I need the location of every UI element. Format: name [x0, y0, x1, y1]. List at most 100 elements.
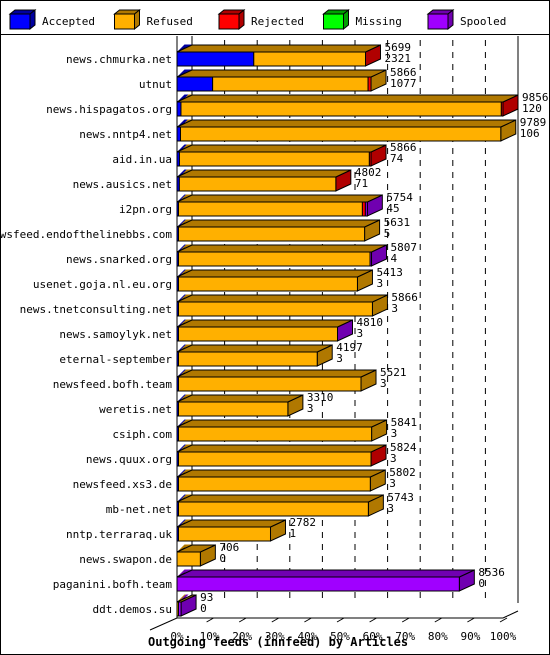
category-label: paganini.bofh.team: [53, 578, 173, 591]
bar-top-face: [176, 69, 387, 78]
tick-mark: [304, 617, 312, 623]
legend-swatch-side: [447, 8, 454, 31]
bar-front-rejected: [500, 101, 504, 117]
bar-row: 575445: [176, 191, 413, 217]
legend-swatch: [114, 13, 135, 30]
accepted-label: 3: [336, 352, 343, 365]
legend-label: Refused: [147, 15, 193, 28]
bar-top-face: [176, 94, 519, 103]
accepted-label: 106: [520, 127, 540, 140]
bar-front-refused: [178, 451, 372, 467]
bar-top-face: [176, 469, 386, 478]
bar-front-accepted: [176, 51, 255, 67]
tick-label: 100%: [490, 630, 517, 643]
legend-item-rejected: Rejected: [217, 8, 304, 31]
legend-item-spooled: Spooled: [426, 8, 506, 31]
bar-top-face: [176, 369, 377, 378]
bar-front-refused: [178, 226, 366, 242]
bar-front-refused: [178, 401, 289, 417]
bar-top-face: [176, 194, 383, 203]
accepted-label: 2321: [385, 52, 412, 65]
bar-row: 27821: [176, 516, 316, 542]
bar-front-refused: [178, 526, 271, 542]
bar-row: 85360: [176, 566, 505, 592]
bar-front-spooled: [364, 201, 368, 217]
category-label: weretis.net: [99, 403, 172, 416]
category-label: newsfeed.endofthelinebbs.com: [0, 228, 172, 241]
bar-front-refused: [178, 476, 371, 492]
bar-front-refused: [178, 151, 370, 167]
legend-label: Spooled: [460, 15, 506, 28]
bar-top-face: [176, 344, 333, 353]
bar-front-refused: [178, 276, 358, 292]
accepted-label: 0: [200, 602, 207, 615]
category-label: mb-net.net: [106, 503, 172, 516]
bar-top-face: [176, 394, 304, 403]
bar-front-refused: [180, 101, 502, 117]
bar-row: 9789106: [176, 116, 546, 142]
accepted-label: 4: [391, 252, 398, 265]
bar-front-refused: [180, 126, 502, 142]
bar-row: 586674: [176, 141, 417, 167]
bar-front-refused: [178, 376, 362, 392]
bar-row: 9856120: [176, 91, 549, 117]
bar-row: 33103: [176, 391, 333, 417]
accepted-label: 3: [387, 502, 394, 515]
bar-row: 55213: [176, 366, 407, 392]
bar-top-face: [176, 144, 387, 153]
category-label: newsfeed.bofh.team: [53, 378, 173, 391]
legend-swatch-side: [343, 8, 349, 31]
tick-mark: [369, 617, 377, 623]
bar-top-face: [176, 169, 352, 178]
bar-front-refused: [178, 326, 338, 342]
category-label: news.nntp4.net: [79, 128, 172, 141]
bar-row: 480271: [176, 166, 381, 192]
category-label: utnut: [139, 78, 172, 91]
bar-top-face: [176, 569, 475, 578]
accepted-label: 3: [391, 302, 398, 315]
bar-front-refused: [178, 201, 363, 217]
legend-swatch: [323, 13, 344, 30]
bar-row: 7060: [176, 541, 239, 567]
category-label: news.quux.org: [86, 453, 172, 466]
tick-mark: [238, 617, 247, 623]
bar-top-face: [176, 219, 380, 228]
bar-front-refused: [178, 426, 373, 442]
bar-front-refused: [178, 176, 337, 192]
bar-row: 58023: [176, 466, 416, 492]
bar-row: 58661077: [176, 66, 417, 92]
bar-top-face: [176, 444, 387, 453]
bar-top-face: [176, 269, 373, 278]
legend-swatch: [9, 13, 31, 30]
bar-front-refused: [178, 251, 371, 267]
tick-label: 80%: [428, 630, 448, 643]
accepted-label: 0: [478, 577, 485, 590]
legend-swatch-side: [29, 8, 36, 31]
floor-right-edge: [502, 610, 519, 619]
bar-front-accepted: [176, 76, 214, 92]
legend-swatch-side: [134, 8, 140, 31]
bar-row: 54133: [176, 266, 403, 292]
bar-front-rejected: [367, 76, 372, 92]
bar-top-face: [176, 294, 388, 303]
legend-label: Rejected: [251, 15, 304, 28]
bar-front-refused: [176, 551, 201, 567]
accepted-label: 120: [522, 102, 542, 115]
bar-row: 58243: [176, 441, 417, 467]
bar-row: 58663: [176, 291, 418, 317]
bar-row: 56315: [176, 216, 410, 242]
accepted-label: 3: [391, 427, 398, 440]
category-label: news.swapon.de: [79, 553, 172, 566]
legend-item-refused: Refused: [113, 8, 193, 31]
bar-top-face: [176, 244, 387, 253]
accepted-label: 3: [307, 402, 314, 415]
stacked-bar-chart: Accepted Refused Rejected Missing Spooled 56…: [0, 8, 549, 649]
bar-top-face: [176, 44, 381, 53]
bar-top-face: [176, 419, 387, 428]
bar-row: 48103: [176, 316, 383, 342]
category-label: usenet.goja.nl.eu.org: [33, 278, 172, 291]
chart-title: Outgoing feeds (innfeed) by Articles: [148, 635, 408, 649]
bar-row: 930: [176, 591, 213, 617]
accepted-label: 0: [219, 552, 226, 565]
category-label: news.samoylyk.net: [59, 328, 172, 341]
